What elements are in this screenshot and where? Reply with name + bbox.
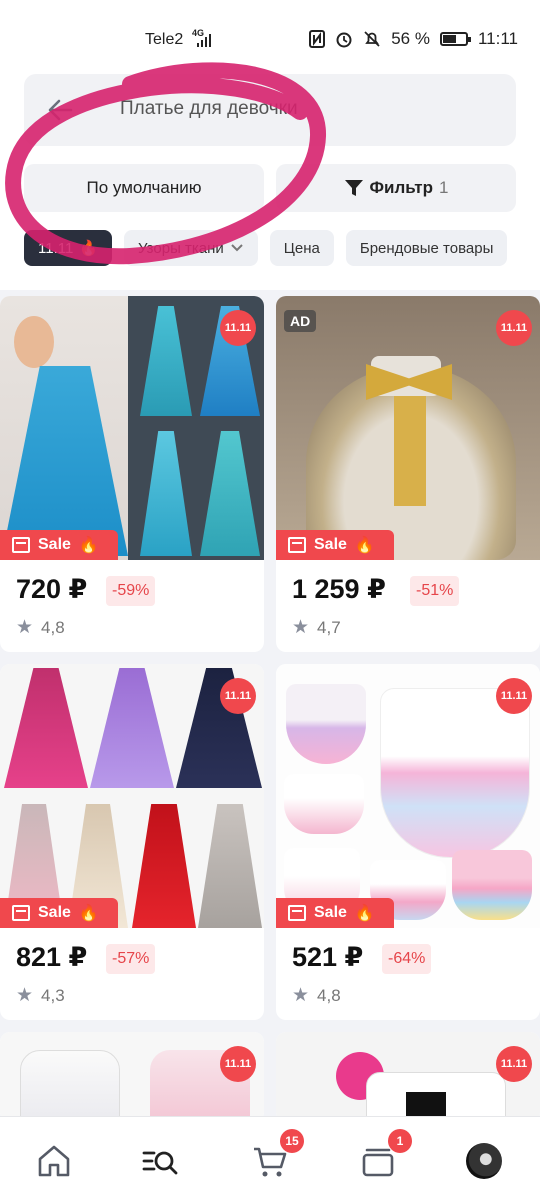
product-image[interactable] <box>0 1032 264 1122</box>
flame-icon: 🔥 <box>354 537 375 554</box>
search-query[interactable]: Платье для девочки <box>120 98 298 120</box>
product-card[interactable]: 11.11 <box>0 1032 264 1122</box>
product-card[interactable]: 11.11 <box>276 1032 540 1122</box>
star-icon: ★ <box>292 985 310 1006</box>
discount-badge: -57% <box>106 944 156 974</box>
star-icon: ★ <box>16 617 34 638</box>
flame-icon: 🔥 <box>79 240 98 257</box>
chip-label: Узоры ткани <box>138 239 224 257</box>
promo-1111-badge: 11.11 <box>496 1046 532 1082</box>
catalog-search-icon[interactable] <box>140 1141 180 1181</box>
product-image[interactable] <box>276 1032 540 1122</box>
flame-icon: 🔥 <box>78 905 99 922</box>
nfc-icon <box>309 30 326 48</box>
chip-brand[interactable]: Брендовые товары <box>345 230 508 266</box>
filter-icon <box>344 180 363 196</box>
flame-icon: 🔥 <box>78 537 99 554</box>
calendar-icon <box>12 905 30 921</box>
chip-price[interactable]: Цена <box>269 230 334 266</box>
promo-1111-badge: 11.11 <box>496 678 532 714</box>
product-rating: ★ 4,8 <box>292 984 341 1007</box>
sale-badge: Sale 🔥 <box>276 530 394 560</box>
chevron-down-icon <box>231 244 243 252</box>
product-price: 1 259 ₽ <box>292 574 386 604</box>
sale-badge: Sale 🔥 <box>0 898 118 928</box>
chip-fabric-pattern[interactable]: Узоры ткани <box>124 230 258 266</box>
rating-value: 4,7 <box>317 617 341 637</box>
promo-1111-badge: 11.11 <box>496 310 532 346</box>
product-price: 521 ₽ <box>292 942 364 972</box>
rating-value: 4,8 <box>41 617 65 637</box>
filter-button[interactable]: Фильтр 1 <box>276 164 516 212</box>
ad-label: AD <box>284 310 317 332</box>
product-card[interactable]: 11.11 Sale 🔥 521 ₽ -64% ★ 4,8 <box>276 664 540 1020</box>
sale-label: Sale <box>314 536 347 553</box>
calendar-icon <box>288 905 306 921</box>
sort-button[interactable]: По умолчанию <box>24 164 264 212</box>
signal-icon <box>197 34 211 47</box>
product-rating: ★ 4,8 <box>16 616 65 639</box>
search-bar[interactable]: Платье для девочки <box>24 74 516 146</box>
avatar <box>466 1143 502 1179</box>
product-price: 821 ₽ <box>16 942 88 972</box>
product-rating: ★ 4,7 <box>292 616 341 639</box>
star-icon: ★ <box>292 617 310 638</box>
discount-badge: -51% <box>410 576 460 606</box>
calendar-icon <box>288 537 306 553</box>
rating-value: 4,3 <box>41 985 65 1005</box>
star-icon: ★ <box>16 985 34 1006</box>
back-arrow-icon[interactable] <box>46 96 74 124</box>
calendar-icon <box>12 537 30 553</box>
product-card[interactable]: 11.11 Sale 🔥 821 ₽ -57% ★ 4,3 <box>0 664 264 1020</box>
home-icon[interactable] <box>34 1141 74 1181</box>
chip-1111[interactable]: 11.11 🔥 <box>24 230 112 266</box>
cart-count-badge: 15 <box>280 1129 304 1153</box>
sale-label: Sale <box>38 536 71 553</box>
discount-badge: -64% <box>382 944 432 974</box>
sale-label: Sale <box>38 904 71 921</box>
carrier-name: Tele2 <box>145 31 184 48</box>
flame-icon: 🔥 <box>354 905 375 922</box>
search-header: Платье для девочки По умолчанию Фильтр 1… <box>0 60 540 290</box>
clock: 11:11 <box>477 29 518 48</box>
discount-badge: -59% <box>106 576 156 606</box>
sale-badge: Sale 🔥 <box>276 898 394 928</box>
filter-label: Фильтр <box>369 178 433 197</box>
profile-button[interactable] <box>466 1143 506 1183</box>
sale-badge: Sale 🔥 <box>0 530 118 560</box>
product-card[interactable]: 11.11 Sale 🔥 720 ₽ -59% ★ 4,8 <box>0 296 264 652</box>
product-rating: ★ 4,3 <box>16 984 65 1007</box>
alarm-icon <box>336 32 352 48</box>
battery-percent: 56 % <box>391 29 430 48</box>
sale-label: Sale <box>314 904 347 921</box>
product-card[interactable]: AD 11.11 Sale 🔥 1 259 ₽ -51% ★ 4,7 <box>276 296 540 652</box>
bottom-nav: 15 1 <box>0 1116 540 1200</box>
promo-1111-badge: 11.11 <box>220 678 256 714</box>
promo-1111-badge: 11.11 <box>220 310 256 346</box>
product-price: 720 ₽ <box>16 574 88 604</box>
status-bar: Tele2 4G 56 % 11:11 <box>0 0 540 60</box>
orders-button[interactable]: 1 <box>358 1129 412 1181</box>
filter-chips: 11.11 🔥 Узоры ткани Цена Брендовые товар… <box>24 230 508 266</box>
promo-1111-badge: 11.11 <box>220 1046 256 1082</box>
cart-button[interactable]: 15 <box>250 1129 304 1181</box>
chip-label: 11.11 <box>38 239 74 257</box>
mute-icon <box>364 31 380 47</box>
battery-icon <box>439 32 471 46</box>
orders-count-badge: 1 <box>388 1129 412 1153</box>
filter-count: 1 <box>438 178 449 197</box>
rating-value: 4,8 <box>317 985 341 1005</box>
